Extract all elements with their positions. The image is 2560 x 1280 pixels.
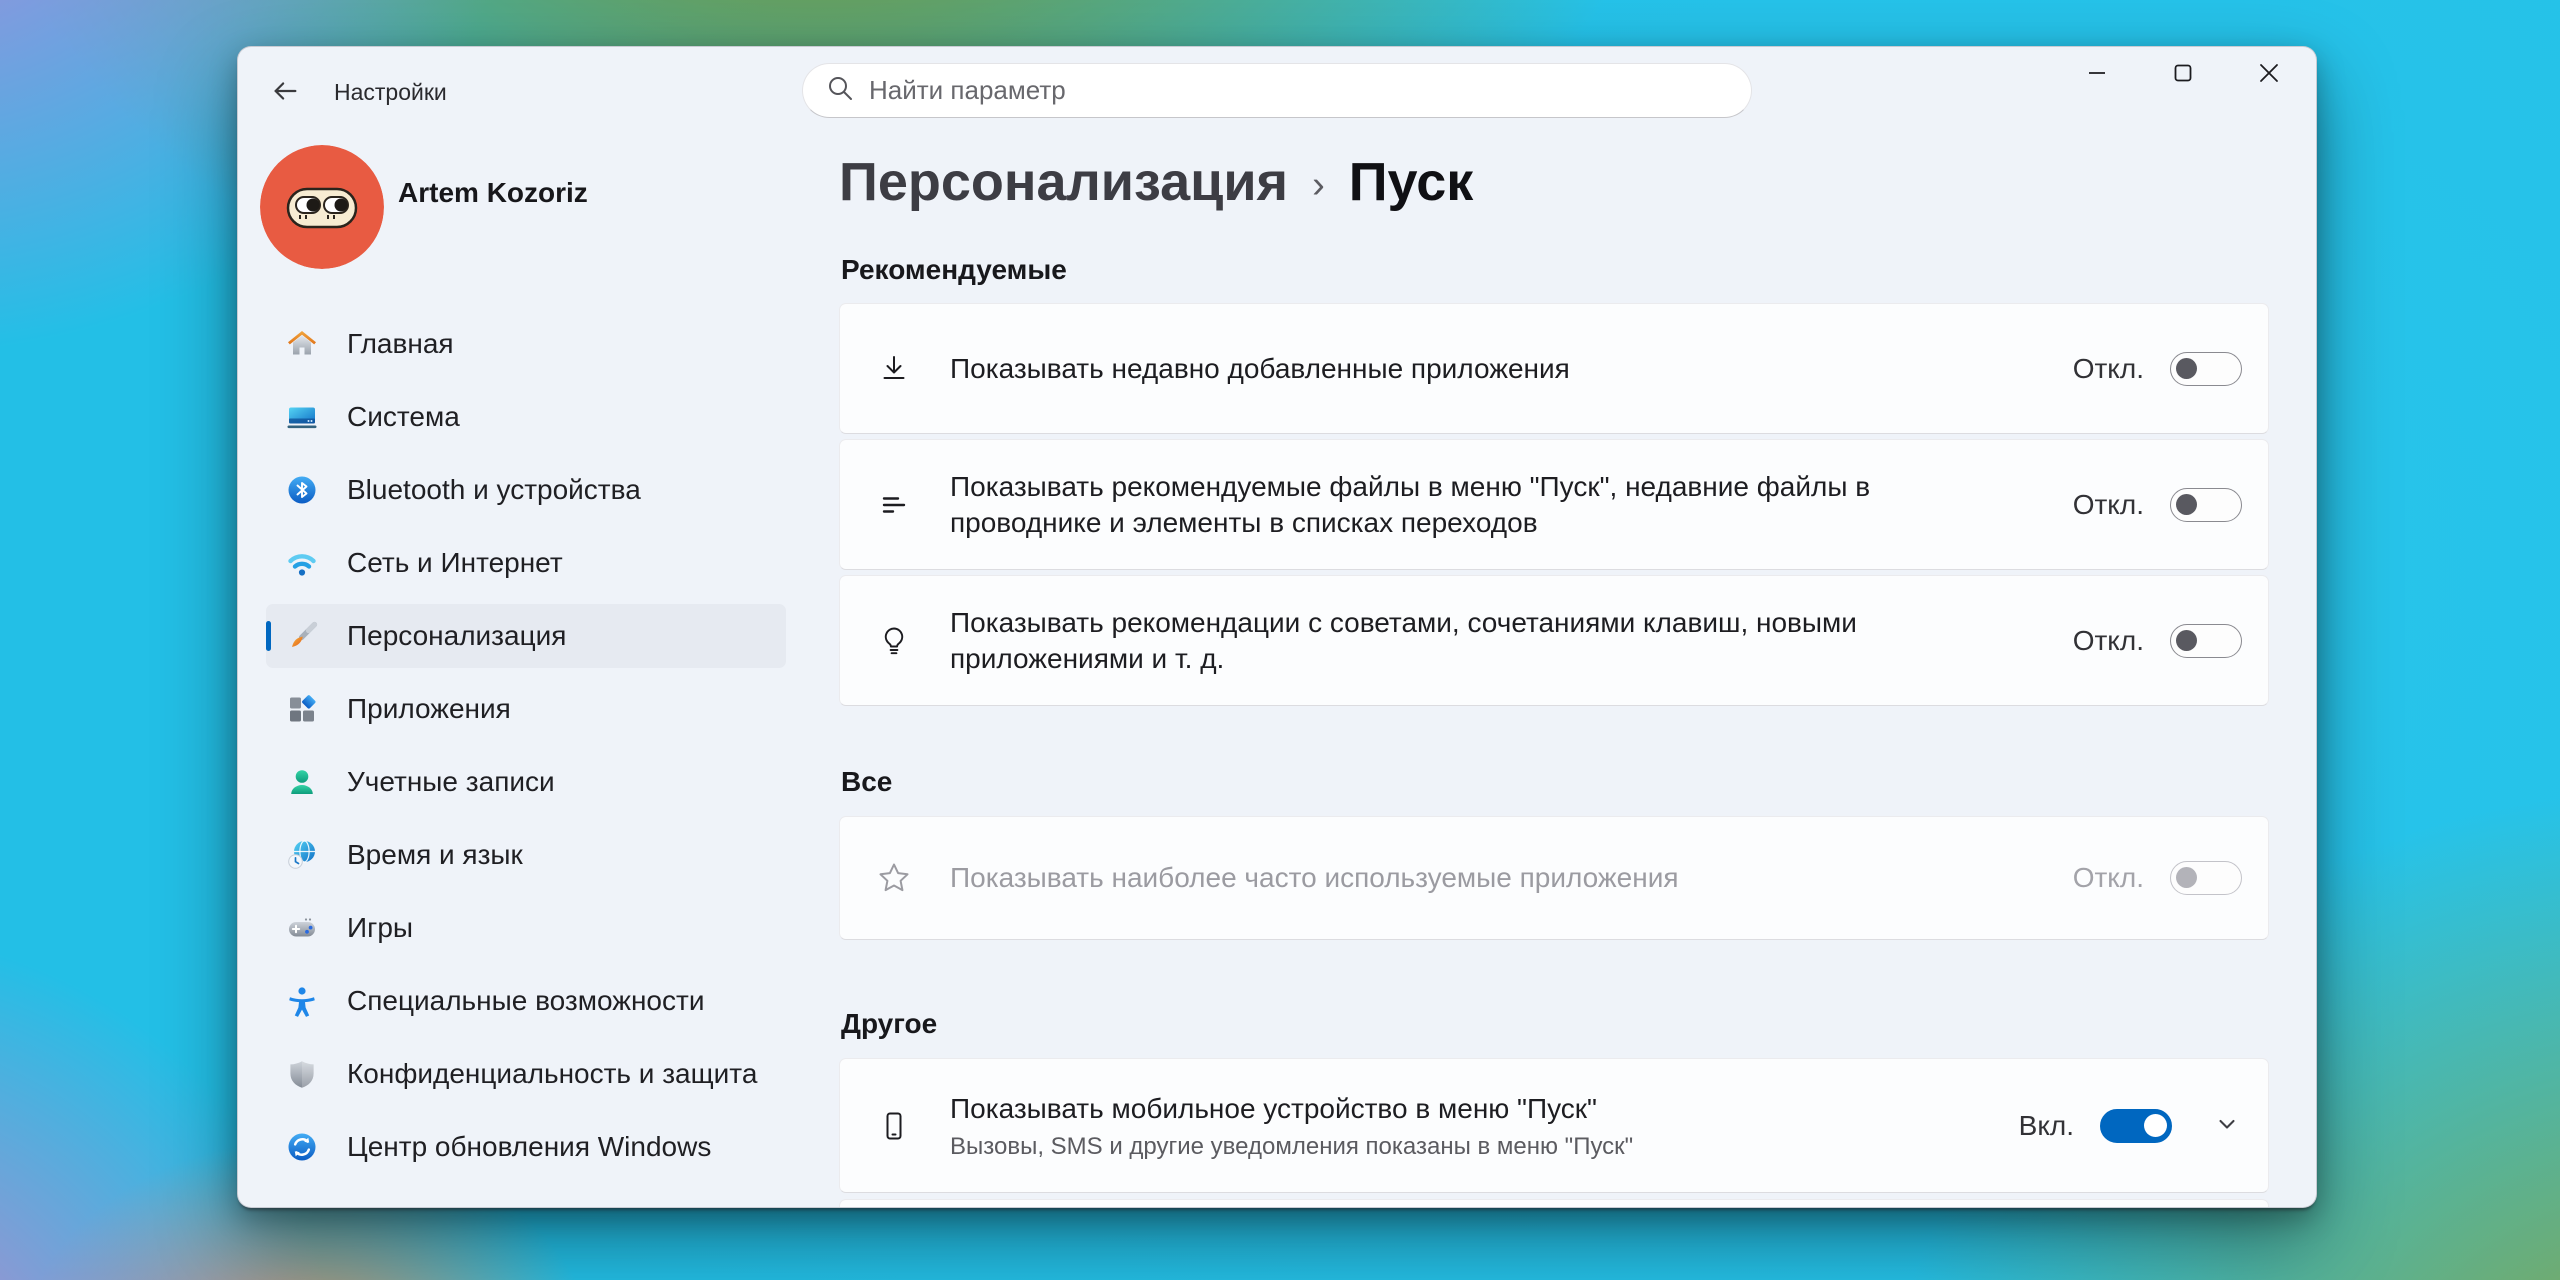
section-header-recommended: Рекомендуемые: [841, 254, 1067, 286]
toggle-state-label: Откл.: [2073, 353, 2144, 385]
privacy-icon: [286, 1058, 318, 1090]
phone-icon: [874, 1109, 914, 1143]
star-icon: [874, 860, 914, 896]
accounts-icon: [286, 766, 318, 798]
breadcrumb-parent[interactable]: Персонализация: [839, 151, 1288, 213]
sidebar-item-gaming[interactable]: Игры: [266, 896, 786, 960]
setting-card-most-used-apps: Показывать наиболее часто используемые п…: [839, 816, 2269, 940]
section-header-all: Все: [841, 766, 892, 798]
back-button[interactable]: [264, 73, 306, 111]
toggle-most-used-apps: [2170, 861, 2242, 895]
setting-card-mobile-device[interactable]: Показывать мобильное устройство в меню "…: [839, 1058, 2269, 1193]
back-arrow-icon: [270, 76, 300, 109]
setting-title: Показывать рекомендации с советами, соче…: [950, 605, 1910, 677]
sidebar-item-label: Игры: [347, 912, 413, 944]
sidebar-item-label: Главная: [347, 328, 454, 360]
sidebar-item-bluetooth-devices[interactable]: Bluetooth и устройства: [266, 458, 786, 522]
sidebar-item-time-language[interactable]: Время и язык: [266, 823, 786, 887]
sidebar-item-accounts[interactable]: Учетные записи: [266, 750, 786, 814]
toggle-knob: [2176, 867, 2197, 888]
toggle-state-label: Вкл.: [2019, 1110, 2074, 1142]
windows-update-icon: [286, 1131, 318, 1163]
toggle-state-label: Откл.: [2073, 489, 2144, 521]
sidebar-item-label: Специальные возможности: [347, 985, 704, 1017]
network-icon: [286, 547, 318, 579]
breadcrumb-separator-icon: ›: [1312, 158, 1325, 207]
toggle-state-label: Откл.: [2073, 862, 2144, 894]
sidebar-item-label: Приложения: [347, 693, 511, 725]
sidebar-item-system[interactable]: Система: [266, 385, 786, 449]
sidebar-item-privacy-security[interactable]: Конфиденциальность и защита: [266, 1042, 786, 1106]
settings-window: Настройки Artem Kozoriz: [237, 46, 2317, 1208]
setting-title: Показывать недавно добавленные приложени…: [950, 351, 1910, 387]
avatar[interactable]: [260, 145, 384, 269]
setting-subtitle: Вызовы, SMS и другие уведомления показан…: [950, 1133, 1989, 1161]
toggle-mobile-device[interactable]: [2100, 1109, 2172, 1143]
expand-button[interactable]: [2212, 1109, 2242, 1142]
toggle-recommended-files[interactable]: [2170, 488, 2242, 522]
toggle-knob: [2144, 1114, 2167, 1137]
setting-card-recommendations-tips: Показывать рекомендации с советами, соче…: [839, 575, 2269, 706]
lightbulb-icon: [874, 624, 914, 658]
chevron-down-icon: [2212, 1109, 2242, 1142]
setting-card-partial: [839, 1199, 2269, 1208]
apps-icon: [286, 693, 318, 725]
personalization-icon: [286, 620, 318, 652]
main-content: Персонализация › Пуск Рекомендуемые Пока…: [839, 47, 2269, 1207]
setting-title: Показывать мобильное устройство в меню "…: [950, 1091, 1910, 1127]
app-title: Настройки: [334, 79, 447, 106]
sidebar-item-label: Время и язык: [347, 839, 523, 871]
sidebar-item-home[interactable]: Главная: [266, 312, 786, 376]
toggle-recently-added-apps[interactable]: [2170, 352, 2242, 386]
recent-files-icon: [874, 488, 914, 522]
sidebar-nav: Главная Система Bluetooth и устройства С…: [266, 312, 786, 1188]
sidebar-item-label: Конфиденциальность и защита: [347, 1058, 757, 1090]
toggle-state-label: Откл.: [2073, 625, 2144, 657]
sidebar-item-label: Учетные записи: [347, 766, 555, 798]
sidebar-item-label: Сеть и Интернет: [347, 547, 563, 579]
bluetooth-icon: [286, 474, 318, 506]
gaming-icon: [286, 912, 318, 944]
sidebar-item-windows-update[interactable]: Центр обновления Windows: [266, 1115, 786, 1179]
setting-title: Показывать наиболее часто используемые п…: [950, 860, 1910, 896]
setting-card-recommended-files: Показывать рекомендуемые файлы в меню "П…: [839, 439, 2269, 570]
sidebar-item-network-internet[interactable]: Сеть и Интернет: [266, 531, 786, 595]
toggle-knob: [2176, 494, 2197, 515]
sidebar-item-label: Система: [347, 401, 460, 433]
home-icon: [286, 328, 318, 360]
user-name: Artem Kozoriz: [398, 177, 588, 209]
page-title: Пуск: [1349, 151, 1474, 213]
accessibility-icon: [286, 985, 318, 1017]
download-icon: [874, 352, 914, 386]
toggle-knob: [2176, 358, 2197, 379]
section-header-other: Другое: [841, 1008, 937, 1040]
time-language-icon: [286, 839, 318, 871]
toggle-recommendations[interactable]: [2170, 624, 2242, 658]
toggle-knob: [2176, 630, 2197, 651]
setting-title: Показывать рекомендуемые файлы в меню "П…: [950, 469, 1910, 541]
setting-card-recently-added-apps: Показывать недавно добавленные приложени…: [839, 303, 2269, 434]
sidebar-item-personalization[interactable]: Персонализация: [266, 604, 786, 668]
sidebar-item-apps[interactable]: Приложения: [266, 677, 786, 741]
sidebar-item-label: Bluetooth и устройства: [347, 474, 641, 506]
sidebar-item-label: Персонализация: [347, 620, 566, 652]
sidebar-item-accessibility[interactable]: Специальные возможности: [266, 969, 786, 1033]
system-icon: [286, 401, 318, 433]
breadcrumb: Персонализация › Пуск: [839, 151, 1473, 213]
sidebar-item-label: Центр обновления Windows: [347, 1131, 711, 1163]
